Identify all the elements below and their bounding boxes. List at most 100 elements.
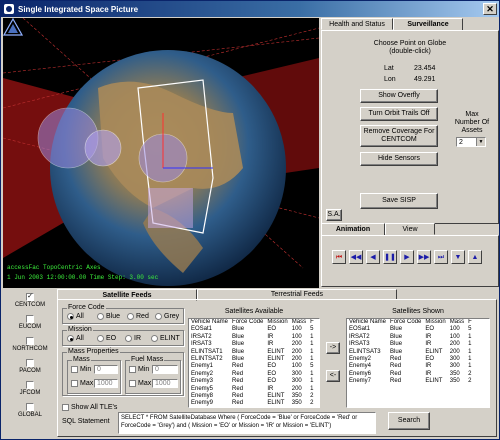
- pause-icon[interactable]: ❚❚: [383, 250, 397, 264]
- sidebar-item-global[interactable]: GLOBAL: [5, 403, 55, 425]
- step-forward-icon[interactable]: ▶▶: [417, 250, 431, 264]
- mission-elint-radio[interactable]: ELINT: [151, 335, 180, 342]
- table-cell: 1: [468, 363, 472, 370]
- show-overfly-button[interactable]: Show Overfly: [360, 89, 438, 103]
- reset-icon[interactable]: ⏮: [332, 250, 346, 264]
- step-back-icon[interactable]: ◀◀: [349, 250, 363, 264]
- sidebar-item-northcom[interactable]: NORTHCOM: [5, 337, 55, 359]
- table-cell: ELINTSAT2: [191, 356, 223, 363]
- table-row[interactable]: ELINTSAT2 Blue ELINT 200 1: [189, 356, 316, 363]
- table-row[interactable]: EOSat1 Blue EO 100 5: [347, 326, 474, 333]
- column-header[interactable]: Mission: [423, 319, 447, 326]
- fuel-min-checkbox[interactable]: Min: [129, 366, 149, 373]
- max-assets-select[interactable]: 2 ▼: [456, 137, 486, 147]
- table-row[interactable]: IRSAT2 Blue IR 100 1: [189, 334, 316, 341]
- column-header[interactable]: F: [466, 319, 474, 326]
- mass-properties-title: Mass Properties: [67, 348, 120, 355]
- table-row[interactable]: Enemy8 Red ELINT 350 2: [189, 393, 316, 400]
- fast-forward-icon[interactable]: ⏭: [434, 250, 448, 264]
- sql-statement-textbox[interactable]: SELECT * FROM SatelliteDatabase Where ( …: [118, 412, 376, 434]
- table-row[interactable]: Enemy3 Red EO 300 1: [189, 378, 316, 385]
- mass-max-input[interactable]: 1000: [94, 379, 118, 388]
- table-row[interactable]: IRSAT3 Blue IR 200 1: [347, 341, 474, 348]
- table-row[interactable]: IRSAT2 Blue IR 100 1: [347, 334, 474, 341]
- force-code-red-radio[interactable]: Red: [127, 313, 149, 320]
- title-bar[interactable]: Single Integrated Space Picture ✕: [1, 1, 499, 17]
- sidebar-item-jfcom[interactable]: JFCOM: [5, 381, 55, 403]
- sidebar-item-eucom[interactable]: EUCOM: [5, 315, 55, 337]
- column-header[interactable]: Force Code: [388, 319, 423, 326]
- table-row[interactable]: IRSAT3 Blue IR 200 1: [189, 341, 316, 348]
- globe-scene: [3, 18, 319, 286]
- table-row[interactable]: ELINTSAT1 Blue ELINT 200 1: [189, 349, 316, 356]
- mission-ir-radio[interactable]: IR: [125, 335, 141, 342]
- table-row[interactable]: EOSat1 Blue EO 100 5: [189, 326, 316, 333]
- fuel-max-checkbox[interactable]: Max: [129, 380, 151, 387]
- play-icon[interactable]: ▶: [400, 250, 414, 264]
- table-row[interactable]: Enemy6 Red IR 350 2: [347, 371, 474, 378]
- fuel-max-input[interactable]: 1000: [152, 379, 178, 388]
- table-cell: EO: [267, 363, 277, 370]
- column-header[interactable]: Force Code: [230, 319, 265, 326]
- table-header-row: Vehicle Name Force Code Mission Mass F: [189, 319, 316, 326]
- satellites-shown-list[interactable]: Vehicle Name Force Code Mission Mass F EOSat1…: [346, 318, 490, 408]
- table-row[interactable]: Enemy2 Red EO 300 1: [347, 356, 474, 363]
- column-header[interactable]: Mission: [265, 319, 289, 326]
- northcom-checkbox[interactable]: [26, 337, 34, 345]
- mass-min-input[interactable]: 0: [94, 365, 118, 374]
- save-sisp-button[interactable]: Save SISP: [360, 193, 438, 209]
- play-reverse-icon[interactable]: ◀: [366, 250, 380, 264]
- chevron-down-icon[interactable]: ▼: [476, 138, 485, 146]
- satellites-available-list[interactable]: Vehicle Name Force Code Mission Mass F EOSat1…: [188, 318, 320, 408]
- tab-view[interactable]: View: [385, 223, 435, 235]
- show-all-tle-checkbox[interactable]: Show All TLE's: [62, 404, 117, 411]
- mission-all-radio[interactable]: All: [67, 335, 84, 342]
- force-code-blue-radio[interactable]: Blue: [97, 313, 120, 320]
- table-cell: 1: [468, 341, 472, 348]
- table-row[interactable]: Enemy2 Red EO 300 1: [189, 371, 316, 378]
- search-button[interactable]: Search: [388, 412, 430, 430]
- close-button[interactable]: ✕: [483, 3, 497, 15]
- column-header[interactable]: Mass: [448, 319, 466, 326]
- table-cell: 5: [310, 363, 314, 370]
- fuel-min-input[interactable]: 0: [152, 365, 178, 374]
- globe-viewport[interactable]: accessFac TopoCentric Axes 1 Jun 2003 12…: [3, 18, 319, 288]
- faster-icon[interactable]: ▲: [468, 250, 482, 264]
- move-left-button[interactable]: <-: [326, 370, 340, 382]
- mass-min-checkbox[interactable]: Min: [71, 366, 91, 373]
- eucom-checkbox[interactable]: [26, 315, 34, 323]
- table-cell: Blue: [232, 356, 245, 363]
- move-right-button[interactable]: ->: [326, 342, 340, 354]
- table-cell: 1: [468, 333, 472, 340]
- table-row[interactable]: Enemy9 Red ELINT 350 2: [189, 400, 316, 407]
- slower-icon[interactable]: ▼: [451, 250, 465, 264]
- table-cell: 5: [468, 326, 472, 333]
- table-row[interactable]: Enemy1 Red EO 100 5: [189, 363, 316, 370]
- tab-health-status[interactable]: Health and Status: [321, 18, 393, 30]
- table-cell: Enemy3: [191, 378, 214, 385]
- table-cell: 200: [291, 341, 302, 348]
- table-row[interactable]: Enemy7 Red ELINT 350 2: [347, 378, 474, 385]
- remove-coverage-button[interactable]: Remove Coverage For CENTCOM: [360, 125, 438, 147]
- column-header[interactable]: Vehicle Name: [189, 319, 230, 326]
- mission-eo-radio[interactable]: EO: [97, 335, 116, 342]
- mass-max-checkbox[interactable]: Max: [71, 380, 93, 387]
- global-checkbox[interactable]: [26, 403, 34, 411]
- table-row[interactable]: Enemy4 Red IR 300 1: [347, 363, 474, 370]
- table-row[interactable]: ELINTSAT3 Blue ELINT 200 1: [347, 349, 474, 356]
- sidebar-item-centcom[interactable]: ✓ CENTCOM: [5, 293, 55, 315]
- hide-sensors-button[interactable]: Hide Sensors: [360, 152, 438, 166]
- column-header[interactable]: Vehicle Name: [347, 319, 388, 326]
- jfcom-checkbox[interactable]: [26, 381, 34, 389]
- column-header[interactable]: F: [308, 319, 316, 326]
- sa-button[interactable]: S.A.: [326, 209, 342, 221]
- turn-orbit-trails-button[interactable]: Turn Orbit Trails Off: [360, 107, 438, 121]
- pacom-checkbox[interactable]: [26, 359, 34, 367]
- sidebar-item-pacom[interactable]: PACOM: [5, 359, 55, 381]
- table-row[interactable]: Enemy5 Red IR 200 1: [189, 386, 316, 393]
- centcom-checkbox[interactable]: ✓: [26, 293, 34, 301]
- force-code-all-radio[interactable]: All: [67, 313, 84, 320]
- mass-group: Mass Min 0 Max 1000: [67, 356, 121, 394]
- force-code-grey-radio[interactable]: Grey: [155, 313, 179, 320]
- column-header[interactable]: Mass: [290, 319, 308, 326]
